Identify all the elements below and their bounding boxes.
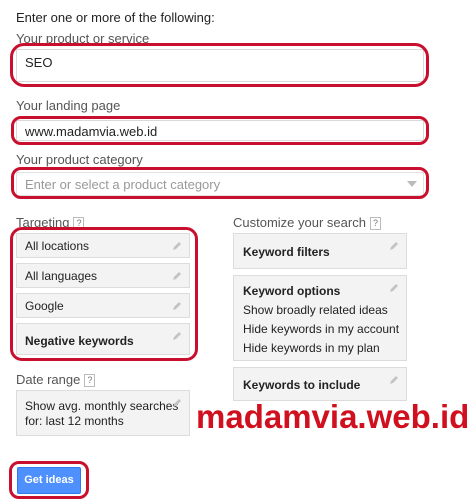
pencil-icon[interactable] [171,330,183,342]
keyword-filters-label: Keyword filters [243,245,330,259]
date-range-line1: Show avg. monthly searches [25,399,179,413]
product-input[interactable]: SEO [16,49,424,82]
category-select[interactable]: Enter or select a product category [16,172,424,196]
watermark-text: madamvia.web.id [196,398,470,435]
category-placeholder: Enter or select a product category [25,177,221,192]
landing-label: Your landing page [16,98,121,113]
pencil-icon[interactable] [171,397,183,409]
help-icon[interactable]: ? [73,217,85,230]
keyword-options-content: Keyword options Show broadly related ide… [243,282,399,358]
keyword-option-hide-plan: Hide keywords in my plan [243,341,380,355]
get-ideas-button[interactable]: Get ideas [17,467,81,494]
pencil-icon[interactable] [388,374,400,386]
pencil-icon[interactable] [171,300,183,312]
pencil-icon[interactable] [388,282,400,294]
date-range-label: Date range [16,372,81,387]
targeting-network-label: Google [25,299,64,313]
keyword-option-broad: Show broadly related ideas [243,303,388,317]
customize-heading: Customize your search? [233,215,381,230]
targeting-network[interactable]: Google [16,293,190,318]
date-range-text: Show avg. monthly searches for: last 12 … [25,399,178,429]
date-range-heading: Date range? [16,372,96,387]
targeting-languages-label: All languages [25,269,98,283]
chevron-down-icon [407,181,417,187]
targeting-heading: Targeting? [16,215,85,230]
keywords-to-include-label: Keywords to include [243,378,361,392]
customize-label: Customize your search [233,215,366,230]
form-header: Enter one or more of the following: [16,10,215,25]
help-icon[interactable]: ? [369,217,381,230]
landing-value: www.madamvia.web.id [25,124,158,139]
pencil-icon[interactable] [388,240,400,252]
targeting-label: Targeting [16,215,70,230]
keyword-filters-card[interactable]: Keyword filters [233,233,407,269]
targeting-languages[interactable]: All languages [16,263,190,288]
keyword-option-hide-account: Hide keywords in my account [243,322,400,336]
targeting-locations[interactable]: All locations [16,233,190,258]
targeting-locations-label: All locations [25,239,90,253]
keywords-to-include-card[interactable]: Keywords to include [233,367,407,401]
pencil-icon[interactable] [171,240,183,252]
product-label: Your product or service [16,31,150,46]
product-value: SEO [25,55,53,70]
negative-keywords-label: Negative keywords [25,334,134,348]
date-range-line2: for: last 12 months [25,414,124,428]
targeting-negative-keywords[interactable]: Negative keywords [16,323,190,355]
pencil-icon[interactable] [171,270,183,282]
category-label: Your product category [16,152,143,167]
help-icon[interactable]: ? [84,374,96,387]
date-range-card[interactable]: Show avg. monthly searches for: last 12 … [16,390,190,436]
keyword-options-title: Keyword options [243,284,341,298]
landing-input[interactable]: www.madamvia.web.id [16,120,424,141]
keyword-options-card[interactable]: Keyword options Show broadly related ide… [233,275,407,361]
